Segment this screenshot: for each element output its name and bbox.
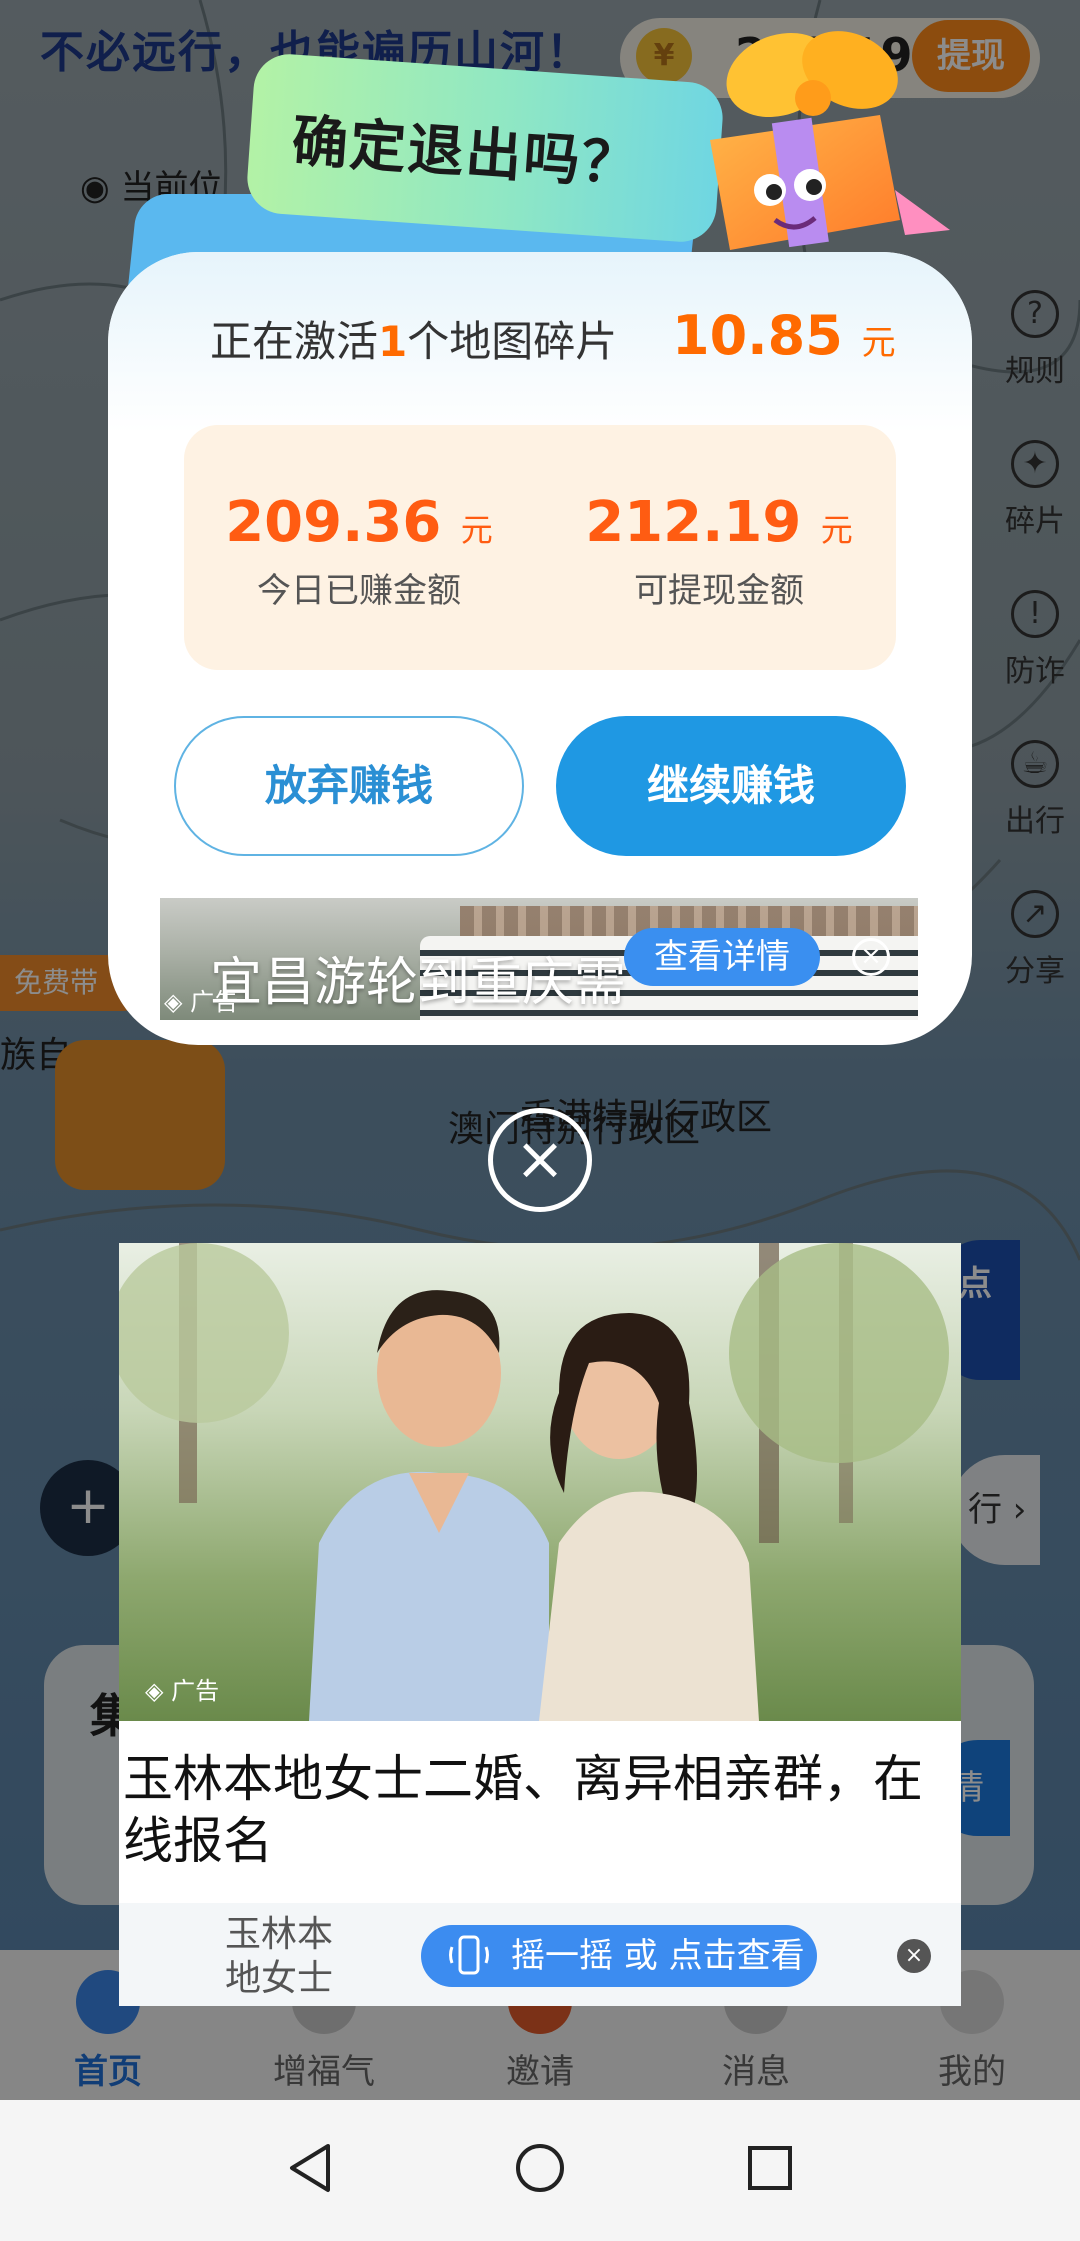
today-earned-value: 209.36 — [225, 490, 442, 555]
quit-button[interactable]: 放弃赚钱 — [174, 716, 524, 856]
activating-suffix: 个地图碎片 — [407, 317, 618, 366]
activating-count: 1 — [378, 317, 408, 366]
continue-button[interactable]: 继续赚钱 — [556, 716, 906, 856]
home-circle-icon[interactable] — [514, 2142, 566, 2194]
dialog-ad-close-icon[interactable]: × — [852, 938, 890, 976]
fragment-value-unit: 元 — [861, 323, 896, 363]
ad-photo-couple — [119, 1243, 961, 1721]
today-earned: 209.36 元 今日已赚金额 — [209, 490, 509, 612]
activating-row: 正在激活1个地图碎片 — [210, 308, 617, 369]
dialog-ad-tag-text: 广告 — [190, 988, 239, 1016]
fragment-value: 10.85 元 — [672, 304, 896, 367]
withdrawable-value: 212.19 — [585, 490, 802, 555]
bottom-ad-brand: 玉林本地女士二 — [225, 1914, 334, 2006]
view-details-button[interactable]: 查看详情 — [624, 928, 820, 986]
today-earned-label: 今日已赚金额 — [257, 571, 461, 611]
back-icon[interactable] — [286, 2142, 334, 2194]
shake-phone-icon — [449, 1935, 489, 1975]
system-nav-bar — [0, 2100, 1080, 2241]
bottom-ad-tag: ◈ 广告 — [145, 1677, 220, 1705]
gift-box-icon — [710, 31, 950, 250]
fragment-value-amount: 10.85 — [672, 304, 843, 367]
ad-photo-illustration — [119, 1243, 949, 1721]
recents-icon[interactable] — [746, 2142, 794, 2194]
withdrawable-value-row: 212.19 元 — [569, 490, 869, 555]
bottom-ad-title: 玉林本地女士二婚、离异相亲群，在线报名 — [123, 1750, 923, 1870]
today-earned-unit: 元 — [460, 511, 493, 549]
withdrawable-label: 可提现金额 — [634, 571, 804, 611]
bottom-ad-tag-text: 广告 — [171, 1677, 220, 1705]
withdrawable-unit: 元 — [820, 511, 853, 549]
bottom-ad-close-icon[interactable]: × — [897, 1939, 931, 1973]
today-earned-value-row: 209.36 元 — [209, 490, 509, 555]
bottom-ad-card[interactable]: ◈ 广告 玉林本地女士二婚、离异相亲群，在线报名 玉林本地女士二 摇一摇 或 点… — [119, 1243, 961, 2006]
activating-prefix: 正在激活 — [210, 317, 379, 366]
dialog-ad-banner[interactable]: 宜昌游轮到重庆需 ◈ 广告 查看详情 × — [160, 898, 918, 1020]
withdrawable: 212.19 元 可提现金额 — [569, 490, 869, 612]
dialog-ad-tag: ◈ 广告 — [164, 988, 239, 1016]
dialog-ad-title: 宜昌游轮到重庆需 — [210, 953, 627, 1013]
overlay-close-icon[interactable]: × — [488, 1108, 592, 1212]
